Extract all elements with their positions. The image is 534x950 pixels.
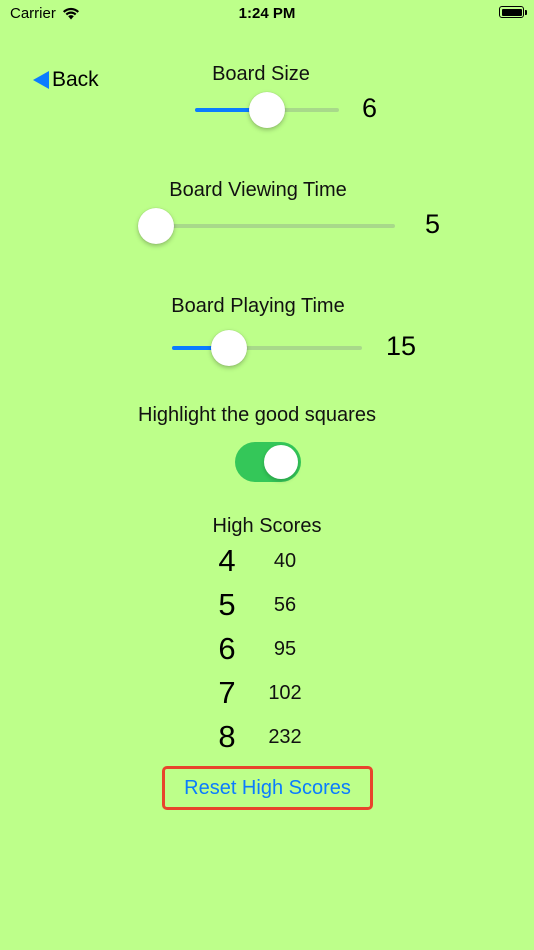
battery-icon — [499, 6, 524, 18]
battery-level — [501, 8, 522, 16]
score-value: 232 — [268, 726, 302, 748]
high-scores-title: High Scores — [212, 515, 322, 537]
score-size: 7 — [218, 675, 236, 710]
reset-label: Reset High Scores — [184, 776, 351, 799]
highlight-toggle[interactable] — [235, 442, 301, 482]
back-label: Back — [52, 68, 99, 91]
slider-track — [156, 224, 395, 228]
board-playing-time-value: 15 — [386, 331, 417, 361]
board-viewing-time-slider[interactable] — [138, 208, 395, 244]
board-playing-time-label: Board Playing Time — [171, 295, 345, 317]
status-time: 1:24 PM — [238, 5, 296, 22]
score-value: 56 — [273, 594, 297, 616]
score-size: 6 — [218, 631, 236, 666]
board-playing-time-slider[interactable] — [172, 330, 362, 366]
score-size: 5 — [218, 587, 236, 622]
score-value: 102 — [268, 682, 302, 704]
board-size-value: 6 — [362, 93, 378, 123]
slider-thumb[interactable] — [249, 92, 285, 128]
toggle-knob — [264, 445, 298, 479]
reset-high-scores-button[interactable]: Reset High Scores — [162, 766, 373, 810]
board-size-label: Board Size — [212, 63, 310, 85]
score-size: 8 — [218, 719, 236, 754]
board-viewing-time-label: Board Viewing Time — [169, 179, 347, 201]
highlight-label: Highlight the good squares — [138, 404, 376, 426]
score-size: 4 — [218, 543, 236, 578]
score-value: 40 — [273, 550, 297, 572]
battery-tip — [525, 10, 527, 15]
board-viewing-time-value: 5 — [425, 209, 441, 239]
back-triangle-icon — [33, 71, 49, 89]
score-value: 95 — [273, 638, 297, 660]
slider-thumb[interactable] — [138, 208, 174, 244]
back-button[interactable]: Back — [33, 68, 99, 92]
slider-thumb[interactable] — [211, 330, 247, 366]
board-size-slider[interactable] — [195, 92, 339, 128]
